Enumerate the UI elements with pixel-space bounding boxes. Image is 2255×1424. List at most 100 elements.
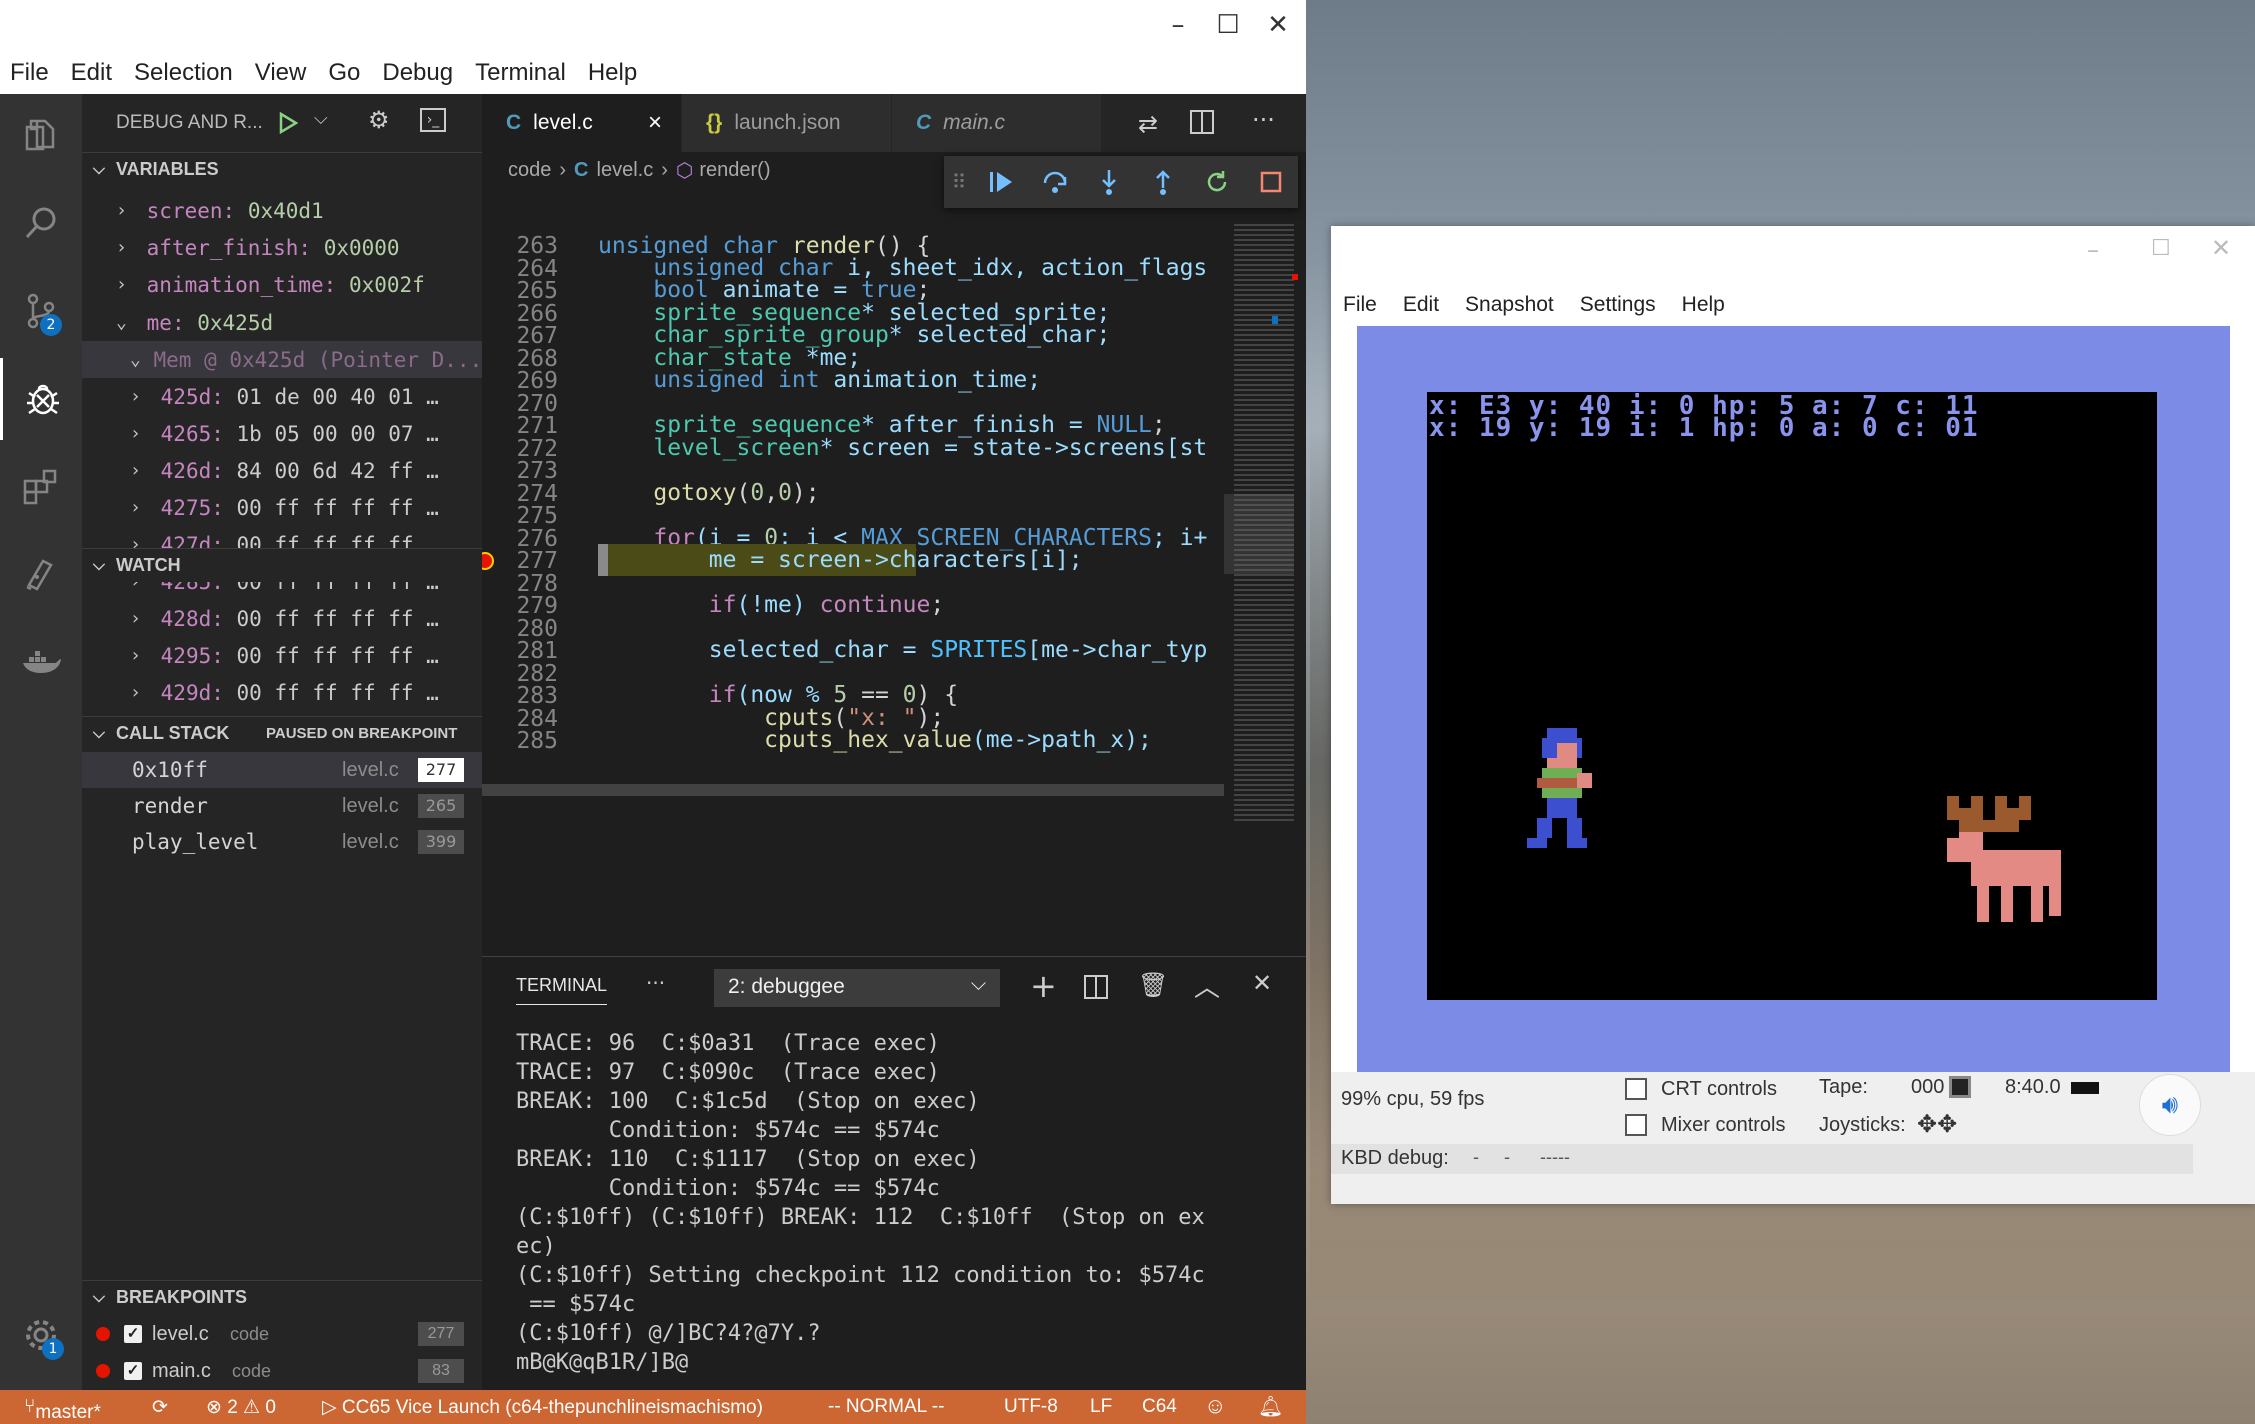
code-line-285: cputs_hex_value(me->path_x);	[598, 727, 1152, 753]
menu-debug[interactable]: Debug	[382, 59, 453, 87]
chevron-right-icon: ›	[116, 274, 127, 295]
code-editor[interactable]: 263 264 265 266 267 268 269 270 271 272 273 274 275 2…	[482, 194, 1306, 956]
minimap[interactable]	[1224, 194, 1306, 954]
breakpoint-item[interactable]: ✓ main.c code 83	[82, 1353, 482, 1389]
tab-level-c[interactable]: C level.c ×	[482, 94, 682, 152]
debug-icon[interactable]	[0, 358, 82, 440]
compare-icon[interactable]: ⇄	[1138, 110, 1158, 138]
breakpoint-item[interactable]: ✓ level.c code 277	[82, 1316, 482, 1352]
tab-main-c[interactable]: C main.c	[892, 94, 1102, 152]
breadcrumb-file[interactable]: level.c	[597, 159, 654, 182]
variable-me[interactable]: ⌄ me: 0x425d	[82, 304, 482, 341]
scm-badge: 2	[40, 314, 62, 336]
watch-title: WATCH	[116, 555, 181, 575]
c64-screen[interactable]: x: E3 y: 40 i: 0 hp: 5 a: 7 c: 11 x: 19 …	[1427, 392, 2157, 1000]
vice-menu-settings[interactable]: Settings	[1580, 293, 1656, 317]
menu-file[interactable]: File	[10, 59, 49, 87]
menu-help[interactable]: Help	[588, 59, 637, 87]
line-ending[interactable]: LF	[1090, 1396, 1112, 1418]
close-button[interactable]: ✕	[1258, 8, 1298, 42]
tape-control-icon[interactable]	[1949, 1076, 1971, 1098]
stack-frame[interactable]: play_level level.c 399	[82, 824, 482, 860]
maximize-button[interactable]: ☐	[1208, 8, 1248, 42]
language-mode[interactable]: C64	[1142, 1396, 1177, 1418]
editor-tabs: C level.c × {} launch.json C main.c ⇄ ··…	[482, 94, 1306, 152]
panel-more-icon[interactable]: ···	[646, 971, 665, 995]
vice-close-button[interactable]: ✕	[2211, 234, 2231, 262]
stack-frame[interactable]: 0x10ff level.c 277	[82, 752, 482, 788]
crt-controls-checkbox[interactable]	[1625, 1078, 1647, 1100]
debug-settings-gear-icon[interactable]: ⚙	[368, 106, 390, 134]
vice-menu-edit[interactable]: Edit	[1403, 293, 1439, 317]
close-panel-icon[interactable]: ✕	[1252, 969, 1272, 997]
menu-view[interactable]: View	[255, 59, 307, 87]
joystick-icon[interactable]: ✥✥	[1917, 1110, 1957, 1139]
split-terminal-icon[interactable]	[1084, 975, 1108, 999]
memory-row[interactable]: › 426d: 84 00 6d 42 ff …	[82, 452, 482, 489]
debug-console-icon[interactable]: ›_	[420, 108, 446, 132]
notifications-bell-icon[interactable]: 🔔︎	[1258, 1394, 1283, 1419]
memory-row[interactable]: › 4275: 00 ff ff ff ff …	[82, 489, 482, 526]
new-terminal-icon[interactable]: +	[1030, 967, 1057, 1005]
sync-icon[interactable]: ⟳	[152, 1396, 168, 1419]
menu-terminal[interactable]: Terminal	[475, 59, 566, 87]
vice-menu-help[interactable]: Help	[1682, 293, 1725, 317]
close-tab-icon[interactable]: ×	[648, 109, 662, 137]
test-flask-icon[interactable]	[0, 534, 82, 616]
vice-minimize-button[interactable]: –	[2087, 236, 2099, 264]
vim-mode: -- NORMAL --	[828, 1396, 945, 1417]
menu-edit[interactable]: Edit	[71, 59, 112, 87]
maximize-panel-icon[interactable]: ︿	[1194, 967, 1220, 1004]
tab-terminal[interactable]: TERMINAL	[516, 975, 608, 1005]
split-editor-icon[interactable]	[1190, 110, 1214, 134]
call-stack-section-header[interactable]: ⌵ CALL STACK PAUSED ON BREAKPOINT	[82, 716, 482, 750]
vice-maximize-button[interactable]: ☐	[2151, 236, 2171, 261]
variables-section-header[interactable]: ⌵ VARIABLES	[82, 152, 482, 186]
vice-menu-snapshot[interactable]: Snapshot	[1465, 293, 1554, 317]
extensions-icon[interactable]	[0, 446, 82, 528]
feedback-smiley-icon[interactable]: ☺	[1204, 1393, 1226, 1419]
memory-row[interactable]: › 428d: 00 ff ff ff ff …	[82, 600, 482, 637]
trash-icon[interactable]: 🗑	[1138, 971, 1168, 999]
git-branch[interactable]: ⑂ master*	[24, 1396, 101, 1423]
docker-icon[interactable]	[0, 622, 82, 704]
start-debugging-icon[interactable]	[272, 107, 304, 139]
vice-menu-file[interactable]: File	[1343, 293, 1377, 317]
mixer-controls-checkbox[interactable]	[1625, 1114, 1647, 1136]
problems-indicator[interactable]: ⊗ 2 ⚠ 0	[206, 1396, 276, 1419]
memory-row[interactable]: › 4295: 00 ff ff ff ff …	[82, 637, 482, 674]
tab-launch-json[interactable]: {} launch.json	[682, 94, 892, 152]
breadcrumb-folder[interactable]: code	[508, 159, 551, 182]
breakpoints-section-header[interactable]: ⌵ BREAKPOINTS	[82, 1280, 482, 1314]
memory-view-node[interactable]: ⌄ Mem @ 0x425d (Pointer D...	[82, 341, 482, 378]
memory-row[interactable]: › 4265: 1b 05 00 00 07 …	[82, 415, 482, 452]
minimize-button[interactable]: –	[1158, 8, 1198, 42]
c64-border[interactable]: x: E3 y: 40 i: 0 hp: 5 a: 7 c: 11 x: 19 …	[1357, 326, 2230, 1072]
settings-gear-icon[interactable]: 1	[0, 1294, 82, 1376]
menu-selection[interactable]: Selection	[134, 59, 233, 87]
launch-config[interactable]: ▷ CC65 Vice Launch (c64-thepunchlineisma…	[322, 1396, 763, 1419]
variables-title: VARIABLES	[116, 159, 219, 179]
breakpoint-checkbox[interactable]: ✓	[124, 1362, 142, 1380]
volume-speaker-icon[interactable]: 🔊︎	[2139, 1074, 2201, 1136]
watch-section-header[interactable]: ⌵ WATCH	[82, 548, 482, 582]
source-control-icon[interactable]: 2	[0, 270, 82, 352]
memory-row[interactable]: › 429d: 00 ff ff ff ff …	[82, 674, 482, 711]
stack-frame[interactable]: render level.c 265	[82, 788, 482, 824]
menu-go[interactable]: Go	[328, 59, 360, 87]
encoding[interactable]: UTF-8	[1004, 1396, 1058, 1418]
explorer-icon[interactable]	[0, 94, 82, 176]
more-actions-icon[interactable]: ···	[1252, 106, 1275, 134]
breadcrumb-symbol[interactable]: render()	[699, 159, 770, 182]
memory-row[interactable]: › 425d: 01 de 00 40 01 …	[82, 378, 482, 415]
variable-screen[interactable]: › screen: 0x40d1	[82, 192, 482, 229]
breakpoint-checkbox[interactable]: ✓	[124, 1325, 142, 1343]
search-icon[interactable]	[0, 182, 82, 264]
menu-bar: File Edit Selection View Go Debug Termin…	[0, 52, 1306, 94]
variable-after-finish[interactable]: › after_finish: 0x0000	[82, 229, 482, 266]
variable-animation-time[interactable]: › animation_time: 0x002f	[82, 266, 482, 303]
vscode-window: – ☐ ✕ File Edit Selection View Go Debug …	[0, 0, 1306, 1424]
terminal-select[interactable]: 2: debuggee ⌵	[714, 969, 1000, 1007]
config-dropdown-chevron-icon[interactable]: ⌵	[314, 108, 328, 129]
horizontal-scrollbar[interactable]	[482, 784, 1224, 796]
